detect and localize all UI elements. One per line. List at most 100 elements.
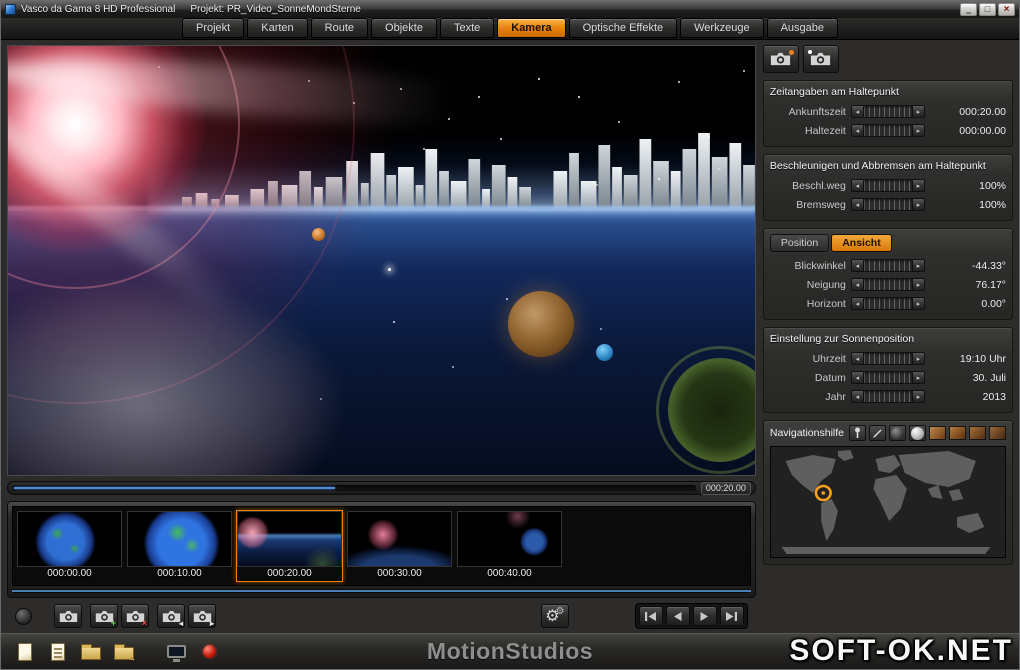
slider-track[interactable] (863, 179, 912, 192)
time-scrubber[interactable]: 000:20.00 (7, 481, 756, 496)
haltezeit-slider[interactable] (850, 124, 925, 137)
horizont-slider[interactable] (850, 297, 925, 310)
new-project-button[interactable] (13, 639, 37, 665)
delete-icon (142, 619, 147, 628)
map-style-thumb-3[interactable] (969, 426, 986, 440)
slider-increase-icon[interactable] (911, 124, 925, 137)
skip-last-button[interactable] (719, 606, 744, 627)
tab-karten[interactable]: Karten (247, 18, 308, 38)
title-bar[interactable]: Vasco da Gama 8 HD Professional Projekt:… (1, 1, 1019, 18)
slider-increase-icon[interactable] (911, 297, 925, 310)
slider-track[interactable] (863, 297, 912, 310)
slider-track[interactable] (863, 259, 912, 272)
scrubber-track[interactable] (12, 485, 696, 492)
tab-route[interactable]: Route (310, 18, 369, 38)
nav-globe-dark-button[interactable] (889, 425, 906, 441)
close-icon[interactable] (998, 3, 1015, 16)
timeline-clip-3-selected[interactable]: 000:20.00 (236, 510, 343, 583)
tab-ausgabe[interactable]: Ausgabe (766, 18, 838, 38)
param-label: Blickwinkel (794, 259, 846, 272)
slider-track[interactable] (863, 371, 912, 384)
nav-globe-light-button[interactable] (909, 425, 926, 441)
slider-increase-icon[interactable] (911, 259, 925, 272)
param-label: Bremsweg (796, 198, 846, 211)
record-dot-button[interactable] (15, 607, 32, 625)
map-style-thumb-4[interactable] (989, 426, 1006, 440)
camera-record-button[interactable] (762, 45, 799, 73)
neigung-slider[interactable] (850, 278, 925, 291)
slider-decrease-icon[interactable] (850, 371, 864, 384)
datum-slider[interactable] (850, 371, 925, 384)
preview-monitor-button[interactable] (164, 639, 188, 665)
view-tabs: Position Ansicht (769, 234, 1006, 252)
world-map[interactable] (769, 446, 1006, 558)
slider-decrease-icon[interactable] (850, 124, 864, 137)
slider-increase-icon[interactable] (911, 179, 925, 192)
step-forward-button[interactable] (692, 606, 717, 627)
open-project-button[interactable] (79, 639, 103, 665)
tab-ansicht[interactable]: Ansicht (831, 234, 892, 252)
slider-decrease-icon[interactable] (850, 297, 864, 310)
slider-decrease-icon[interactable] (850, 352, 864, 365)
slider-track[interactable] (863, 198, 912, 211)
slider-increase-icon[interactable] (911, 352, 925, 365)
slider-decrease-icon[interactable] (850, 179, 864, 192)
slider-decrease-icon[interactable] (850, 390, 864, 403)
slider-track[interactable] (863, 390, 912, 403)
import-project-button[interactable] (112, 639, 136, 665)
beschlweg-slider[interactable] (850, 179, 925, 192)
camera-flight-button[interactable] (802, 45, 839, 73)
slider-decrease-icon[interactable] (850, 105, 864, 118)
prev-camera-waypoint-button[interactable] (157, 604, 185, 629)
maximize-icon[interactable] (979, 3, 996, 16)
slider-increase-icon[interactable] (911, 390, 925, 403)
timeline-clip-1[interactable]: 000:00.00 (16, 510, 123, 582)
edit-project-button[interactable] (46, 639, 70, 665)
timeline-strip[interactable]: 000:00.00 000:10.00 000:20.00 000:30.00 (12, 506, 751, 587)
slider-increase-icon[interactable] (911, 105, 925, 118)
tab-werkzeuge[interactable]: Werkzeuge (680, 18, 764, 38)
tab-objekte[interactable]: Objekte (371, 18, 437, 38)
tab-kamera[interactable]: Kamera (497, 18, 566, 38)
step-back-button[interactable] (665, 606, 690, 627)
map-style-thumb-2[interactable] (949, 426, 966, 440)
timeline-scrollbar-thumb[interactable] (12, 590, 751, 593)
jahr-slider[interactable] (850, 390, 925, 403)
globe-dark-icon (891, 426, 904, 440)
next-camera-waypoint-button[interactable] (188, 604, 216, 629)
tab-texte[interactable]: Texte (439, 18, 495, 38)
add-camera-waypoint-button[interactable] (90, 604, 118, 629)
render-button[interactable] (197, 639, 221, 665)
settings-gears-button[interactable] (540, 604, 569, 629)
uhrzeit-slider[interactable] (850, 352, 925, 365)
timeline-clip-2[interactable]: 000:10.00 (126, 510, 233, 582)
slider-increase-icon[interactable] (911, 198, 925, 211)
skip-first-button[interactable] (638, 606, 663, 627)
map-style-thumb-1[interactable] (929, 426, 946, 440)
slider-track[interactable] (863, 124, 912, 137)
slider-decrease-icon[interactable] (850, 198, 864, 211)
tab-projekt[interactable]: Projekt (182, 18, 245, 38)
preview-viewport[interactable] (7, 45, 756, 477)
slider-increase-icon[interactable] (911, 371, 925, 384)
timeline-clip-4[interactable]: 000:30.00 (346, 510, 453, 582)
timeline-clip-5[interactable]: 000:40.00 (456, 510, 563, 582)
slider-increase-icon[interactable] (911, 278, 925, 291)
delete-camera-waypoint-button[interactable] (121, 604, 149, 629)
ankunftszeit-slider[interactable] (850, 105, 925, 118)
bremsweg-slider[interactable] (850, 198, 925, 211)
param-row: Haltezeit 000:00.00 (770, 121, 1006, 140)
blickwinkel-slider[interactable] (850, 259, 925, 272)
slider-track[interactable] (863, 352, 912, 365)
tab-optische-effekte[interactable]: Optische Effekte (568, 18, 678, 38)
nav-pen-button[interactable] (869, 425, 886, 441)
minimize-icon[interactable] (960, 3, 977, 16)
slider-decrease-icon[interactable] (850, 259, 864, 272)
camera-view-button[interactable] (54, 604, 82, 629)
nav-pin-button[interactable] (849, 425, 866, 441)
slider-decrease-icon[interactable] (850, 278, 864, 291)
slider-track[interactable] (863, 278, 912, 291)
slider-track[interactable] (863, 105, 912, 118)
timeline-scrollbar[interactable] (12, 589, 751, 594)
tab-position[interactable]: Position (769, 234, 830, 252)
